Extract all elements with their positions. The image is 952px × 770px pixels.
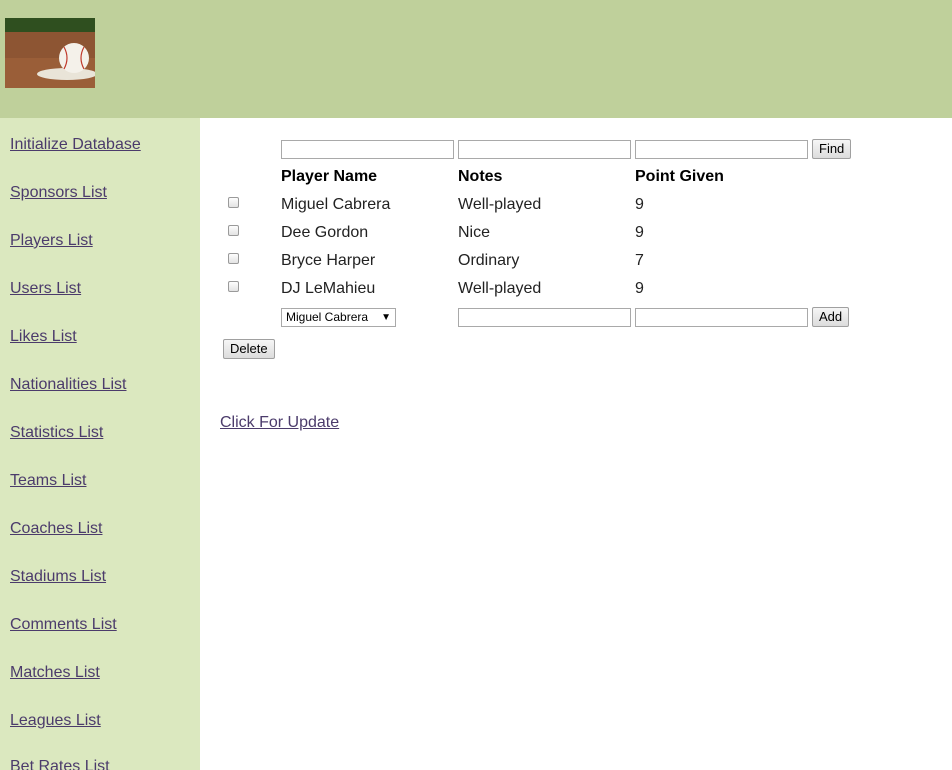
- row-checkbox[interactable]: [228, 281, 239, 292]
- page-header: [0, 0, 952, 118]
- add-notes-input[interactable]: [458, 308, 631, 327]
- column-header-player-name: Player Name: [281, 168, 378, 185]
- delete-button[interactable]: Delete: [223, 339, 275, 359]
- player-select[interactable]: Miguel Cabrera ▼: [281, 308, 396, 327]
- cell-player: DJ LeMahieu: [281, 280, 376, 297]
- main-content: Find Player Name Notes Point Given Migue…: [200, 118, 952, 770]
- cell-notes: Ordinary: [458, 252, 520, 269]
- cell-player: Dee Gordon: [281, 224, 369, 241]
- cell-notes: Nice: [458, 224, 491, 241]
- cell-points: 9: [635, 280, 644, 297]
- add-button[interactable]: Add: [812, 307, 850, 327]
- baseball-logo: [5, 18, 95, 88]
- search-notes-input[interactable]: [458, 140, 631, 159]
- row-checkbox[interactable]: [228, 225, 239, 236]
- row-checkbox[interactable]: [228, 197, 239, 208]
- sidebar-item-coaches[interactable]: Coaches List: [10, 520, 103, 538]
- sidebar-item-bet-rates[interactable]: Bet Rates List: [10, 758, 110, 770]
- cell-points: 7: [635, 252, 644, 269]
- row-checkbox[interactable]: [228, 253, 239, 264]
- cell-player: Miguel Cabrera: [281, 196, 391, 213]
- sidebar-nav: Initialize Database Sponsors List Player…: [0, 118, 200, 770]
- sidebar-item-teams[interactable]: Teams List: [10, 472, 86, 490]
- sidebar-item-stadiums[interactable]: Stadiums List: [10, 568, 106, 586]
- sidebar-item-statistics[interactable]: Statistics List: [10, 424, 103, 442]
- cell-points: 9: [635, 224, 644, 241]
- sidebar-item-users[interactable]: Users List: [10, 280, 81, 298]
- cell-player: Bryce Harper: [281, 252, 376, 269]
- search-player-input[interactable]: [281, 140, 454, 159]
- search-points-input[interactable]: [635, 140, 808, 159]
- cell-points: 9: [635, 196, 644, 213]
- find-button[interactable]: Find: [812, 139, 852, 159]
- add-points-input[interactable]: [635, 308, 808, 327]
- sidebar-item-leagues[interactable]: Leagues List: [10, 712, 101, 730]
- sidebar-item-sponsors[interactable]: Sponsors List: [10, 184, 107, 202]
- update-link[interactable]: Click For Update: [220, 414, 339, 432]
- sidebar-item-initialize-database[interactable]: Initialize Database: [10, 136, 141, 154]
- column-header-notes: Notes: [458, 168, 503, 185]
- player-select-value: Miguel Cabrera: [286, 310, 369, 324]
- dropdown-arrow-icon: ▼: [381, 312, 391, 323]
- sidebar-item-comments[interactable]: Comments List: [10, 616, 117, 634]
- column-header-point-given: Point Given: [635, 168, 724, 185]
- sidebar-item-nationalities[interactable]: Nationalities List: [10, 376, 127, 394]
- sidebar-item-likes[interactable]: Likes List: [10, 328, 77, 346]
- cell-notes: Well-played: [458, 196, 542, 213]
- sidebar-item-players[interactable]: Players List: [10, 232, 93, 250]
- sidebar-item-matches[interactable]: Matches List: [10, 664, 100, 682]
- cell-notes: Well-played: [458, 280, 542, 297]
